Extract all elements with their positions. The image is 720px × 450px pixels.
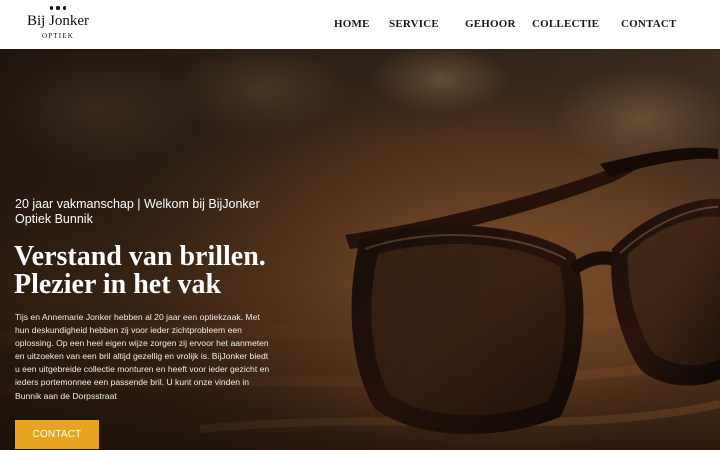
nav-collectie[interactable]: COLLECTIE bbox=[532, 18, 599, 30]
logo-dots-icon bbox=[22, 6, 94, 12]
nav-home[interactable]: HOME bbox=[334, 18, 370, 30]
hero-section: 20 jaar vakmanschap | Welkom bij BijJonk… bbox=[0, 49, 720, 450]
nav-gehoor[interactable]: GEHOOR bbox=[465, 18, 516, 30]
logo-name: Bij Jonker bbox=[26, 13, 90, 29]
logo[interactable]: Bij Jonker OPTIEK bbox=[22, 6, 94, 44]
hero-headline: Verstand van brillen. Plezier in het vak bbox=[14, 243, 314, 299]
nav-contact[interactable]: CONTACT bbox=[621, 18, 677, 30]
hero-body-text: Tijs en Annemarie Jonker hebben al 20 ja… bbox=[15, 312, 270, 401]
headline-line-2: Plezier in het vak bbox=[14, 269, 222, 300]
contact-button[interactable]: CONTACT bbox=[15, 420, 99, 449]
headline-line-1: Verstand van brillen. bbox=[14, 241, 266, 272]
logo-subtitle: OPTIEK bbox=[41, 32, 75, 40]
site-header: Bij Jonker OPTIEK HOME SERVICE GEHOOR CO… bbox=[0, 0, 720, 49]
hero-eyebrow: 20 jaar vakmanschap | Welkom bij BijJonk… bbox=[15, 197, 260, 226]
nav-service[interactable]: SERVICE bbox=[389, 18, 439, 30]
